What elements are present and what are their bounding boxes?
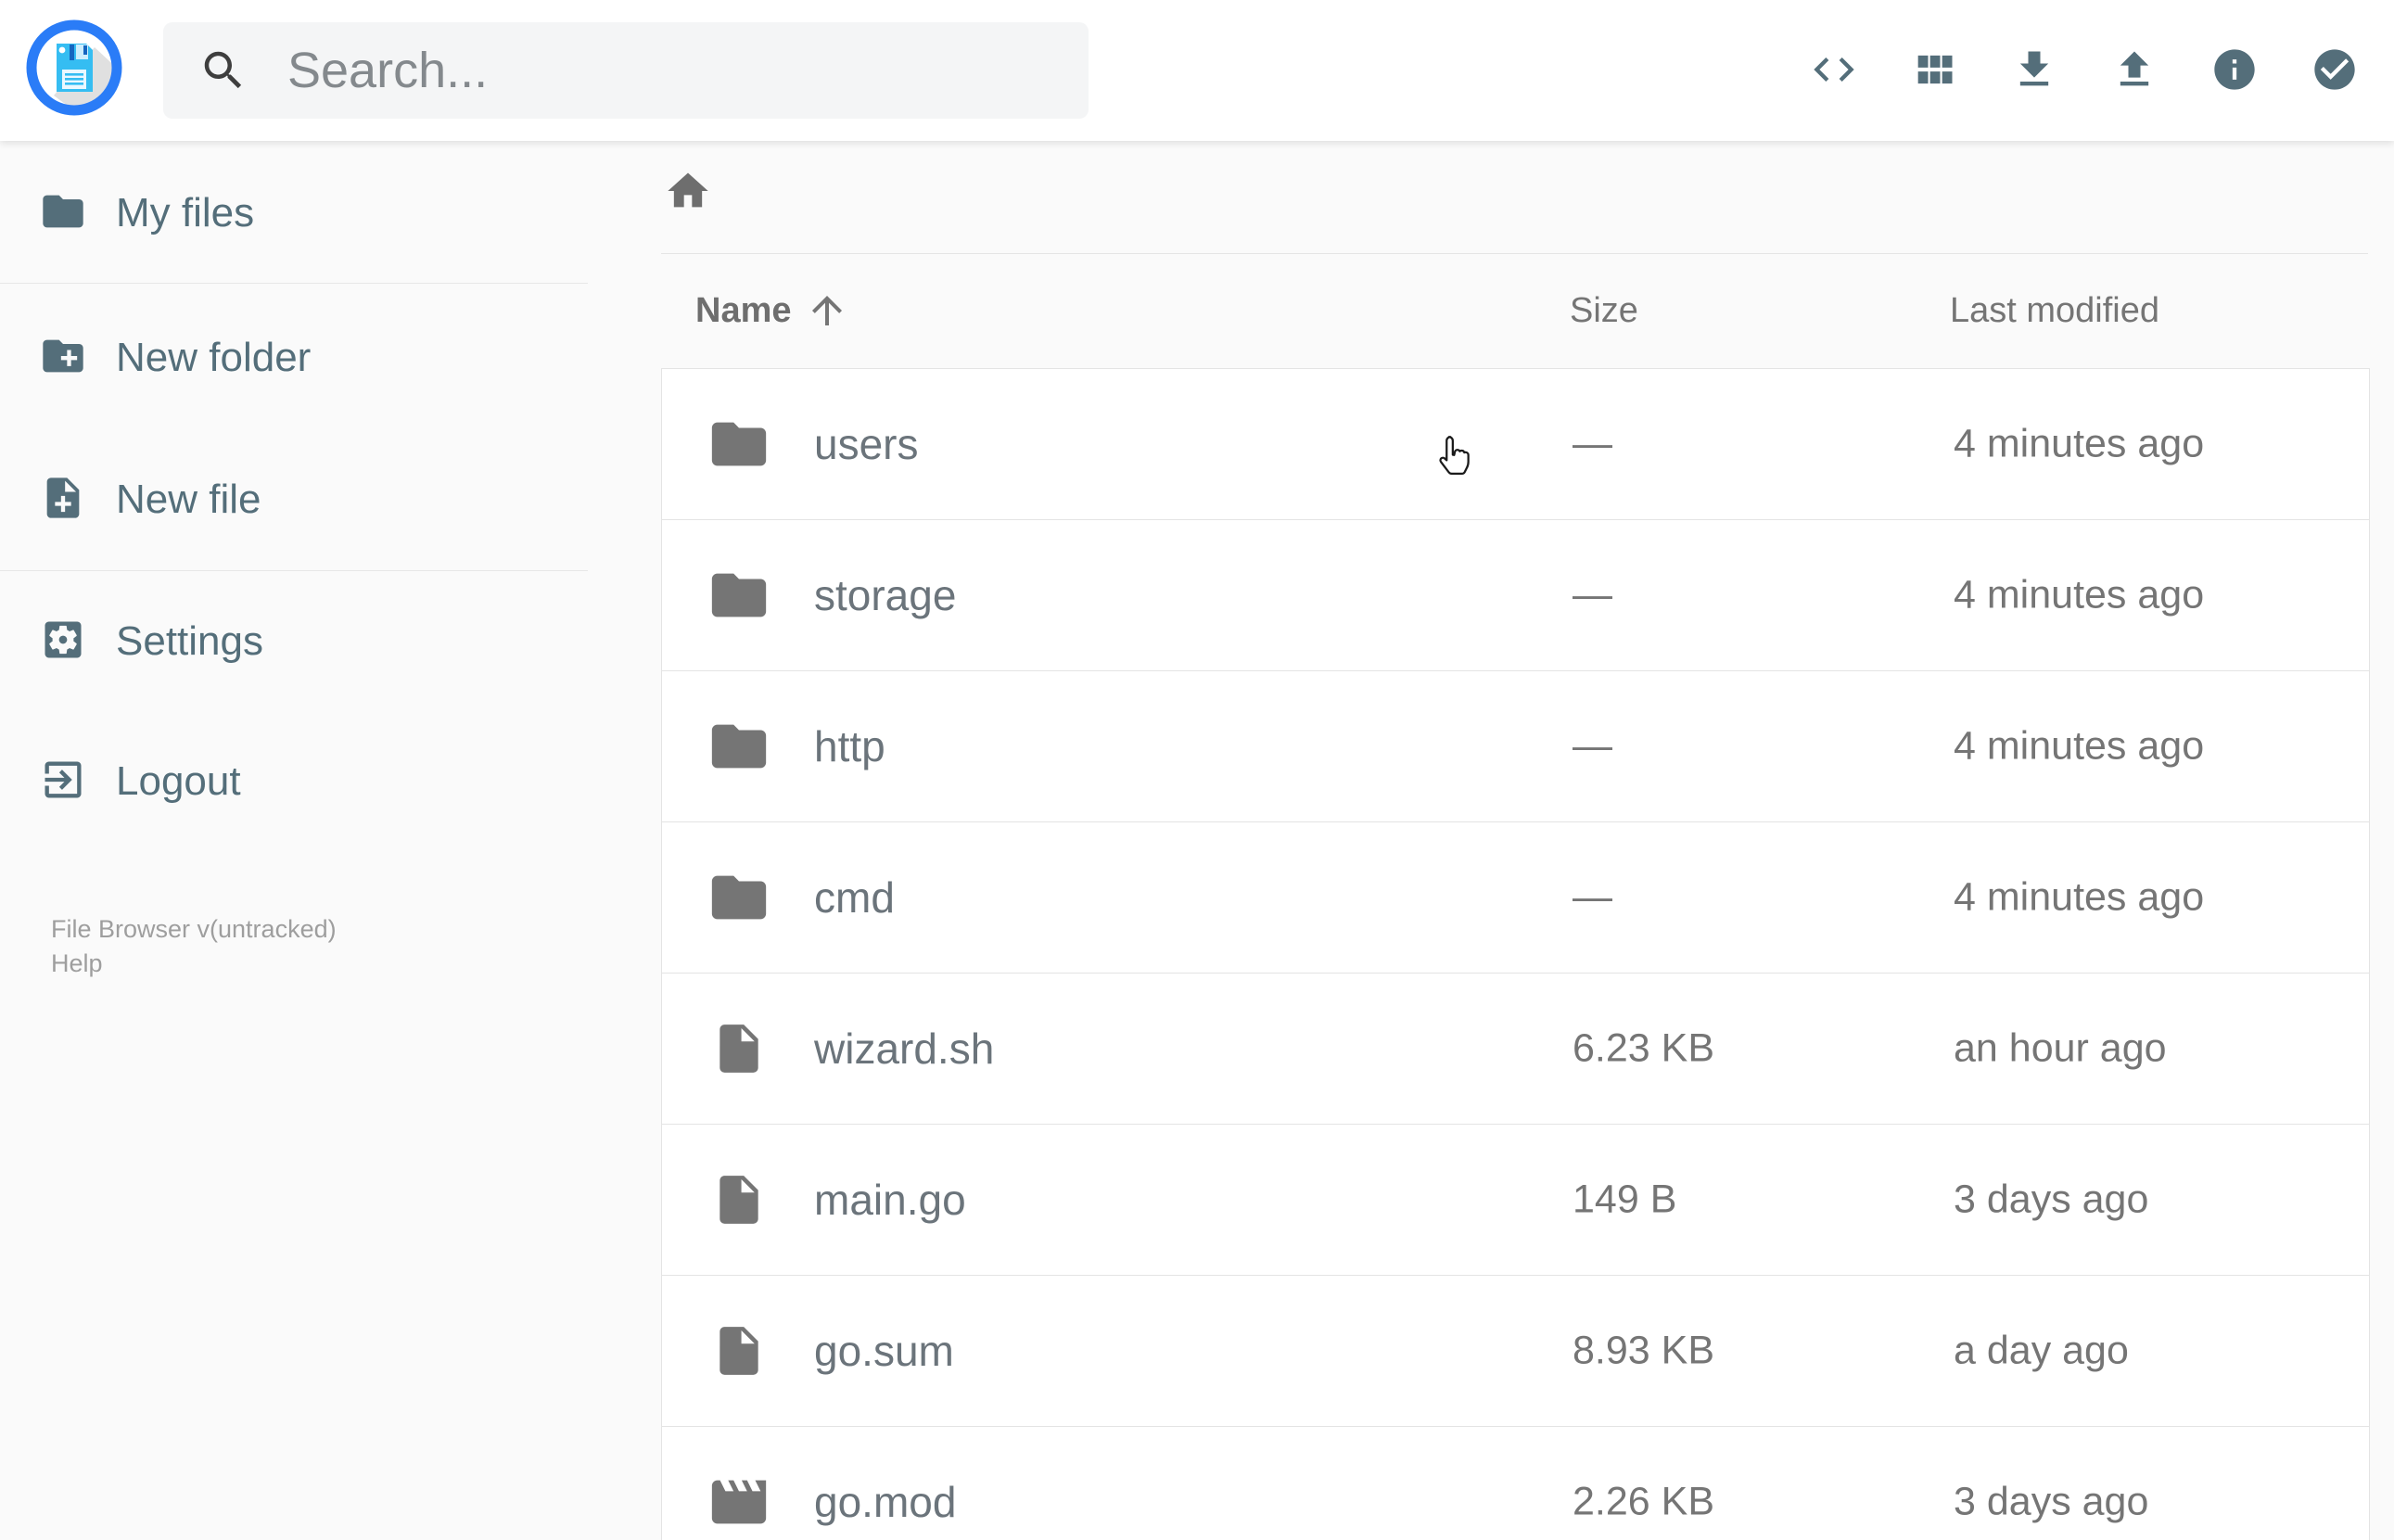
header-divider: [661, 253, 2368, 254]
file-name: cmd: [814, 873, 895, 922]
file-list: users — 4 minutes ago storage — 4 minute…: [661, 368, 2370, 1540]
file-size: 149 B: [1573, 1177, 1677, 1222]
file-modified: 4 minutes ago: [1954, 421, 2205, 466]
sidebar-item-settings[interactable]: Settings: [39, 597, 263, 686]
sidebar-item-label: New file: [116, 477, 261, 522]
help-link[interactable]: Help: [51, 947, 337, 981]
grid-view-icon: [1910, 45, 1958, 94]
column-header-size[interactable]: Size: [1570, 291, 1638, 331]
search-input[interactable]: Search...: [163, 22, 1089, 119]
file-list-row[interactable]: users — 4 minutes ago: [662, 369, 2369, 520]
file-name: go.sum: [814, 1327, 954, 1375]
breadcrumb-home-button[interactable]: [664, 167, 712, 215]
file-name: main.go: [814, 1176, 966, 1224]
floppy-disk-logo-icon: [26, 19, 122, 120]
sidebar-item-new-folder[interactable]: New folder: [39, 313, 311, 402]
file-modified: a day ago: [1954, 1328, 2129, 1373]
file-name: go.mod: [814, 1478, 957, 1526]
file-list-row[interactable]: http — 4 minutes ago: [662, 671, 2369, 822]
gear-icon: [39, 616, 87, 668]
file-type-icon: [706, 562, 772, 629]
folder-icon: [39, 187, 87, 240]
column-header-last-modified[interactable]: Last modified: [1950, 291, 2159, 331]
home-icon: [664, 172, 712, 219]
file-modified: 4 minutes ago: [1954, 723, 2205, 769]
file-modified: 3 days ago: [1954, 1177, 2149, 1222]
sidebar-item-label: New folder: [116, 335, 312, 380]
file-modified: an hour ago: [1954, 1025, 2167, 1071]
file-name: storage: [814, 571, 957, 619]
file-size: 2.26 KB: [1573, 1479, 1714, 1524]
file-icon: [719, 1327, 758, 1375]
file-type-icon: [706, 1015, 772, 1082]
download-icon: [2010, 45, 2058, 94]
file-modified: 3 days ago: [1954, 1479, 2149, 1524]
sidebar-divider: [0, 570, 588, 571]
movie-icon: [711, 1480, 767, 1524]
upload-button[interactable]: [2110, 45, 2158, 94]
sidebar-item-logout[interactable]: Logout: [39, 737, 241, 826]
folder-icon: [711, 422, 767, 466]
file-name: wizard.sh: [814, 1025, 995, 1073]
file-type-icon: [706, 411, 772, 477]
file-size: —: [1573, 572, 1612, 617]
file-list-row[interactable]: wizard.sh 6.23 KB an hour ago: [662, 974, 2369, 1125]
file-list-row[interactable]: storage — 4 minutes ago: [662, 520, 2369, 671]
check-circle-icon: [2311, 45, 2359, 94]
sidebar-footer: File Browser v(untracked) Help: [51, 912, 337, 981]
file-list-row[interactable]: main.go 149 B 3 days ago: [662, 1125, 2369, 1276]
file-size: 8.93 KB: [1573, 1328, 1714, 1373]
file-list-row[interactable]: go.sum 8.93 KB a day ago: [662, 1276, 2369, 1427]
file-plus-icon: [39, 474, 87, 527]
file-size: 6.23 KB: [1573, 1025, 1714, 1071]
folder-icon: [711, 573, 767, 617]
search-icon: [198, 45, 248, 95]
folder-plus-icon: [39, 332, 87, 385]
file-browser-logo[interactable]: [26, 19, 122, 116]
search-placeholder: Search...: [287, 43, 489, 98]
sidebar-item-new-file[interactable]: New file: [39, 455, 261, 544]
sidebar-item-my-files[interactable]: My files: [39, 169, 254, 258]
info-icon: [2210, 45, 2259, 94]
file-modified: 4 minutes ago: [1954, 572, 2205, 617]
sidebar-item-label: Settings: [116, 618, 263, 664]
info-button[interactable]: [2210, 45, 2259, 94]
file-list-row[interactable]: cmd — 4 minutes ago: [662, 822, 2369, 974]
file-type-icon: [706, 713, 772, 780]
file-list-row[interactable]: go.mod 2.26 KB 3 days ago: [662, 1427, 2369, 1540]
switch-view-button[interactable]: [1910, 45, 1958, 94]
folder-icon: [711, 875, 767, 920]
sort-ascending-arrow-icon[interactable]: [805, 288, 849, 333]
select-multiple-button[interactable]: [2311, 45, 2359, 94]
column-header-name[interactable]: Name: [695, 291, 792, 331]
app-version-text: File Browser v(untracked): [51, 915, 337, 943]
file-size: —: [1573, 874, 1612, 920]
file-icon: [719, 1025, 758, 1073]
file-modified: 4 minutes ago: [1954, 874, 2205, 920]
file-type-icon: [706, 864, 772, 931]
file-name: users: [814, 420, 919, 468]
file-size: —: [1573, 723, 1612, 769]
shell-button[interactable]: [1810, 45, 1858, 94]
upload-icon: [2110, 45, 2158, 94]
logout-icon: [39, 756, 87, 808]
file-type-icon: [706, 1166, 772, 1233]
sidebar-item-label: Logout: [116, 758, 241, 804]
file-type-icon: [706, 1469, 772, 1535]
download-button[interactable]: [2010, 45, 2058, 94]
folder-icon: [711, 724, 767, 769]
file-name: http: [814, 722, 885, 770]
file-type-icon: [706, 1317, 772, 1384]
file-size: —: [1573, 421, 1612, 466]
sidebar-divider: [0, 283, 588, 284]
top-bar: Search...: [0, 0, 2394, 141]
code-icon: [1810, 45, 1858, 94]
sidebar: My files New folder New file Settings Lo…: [0, 141, 588, 1539]
file-icon: [719, 1176, 758, 1224]
sidebar-item-label: My files: [116, 190, 255, 235]
